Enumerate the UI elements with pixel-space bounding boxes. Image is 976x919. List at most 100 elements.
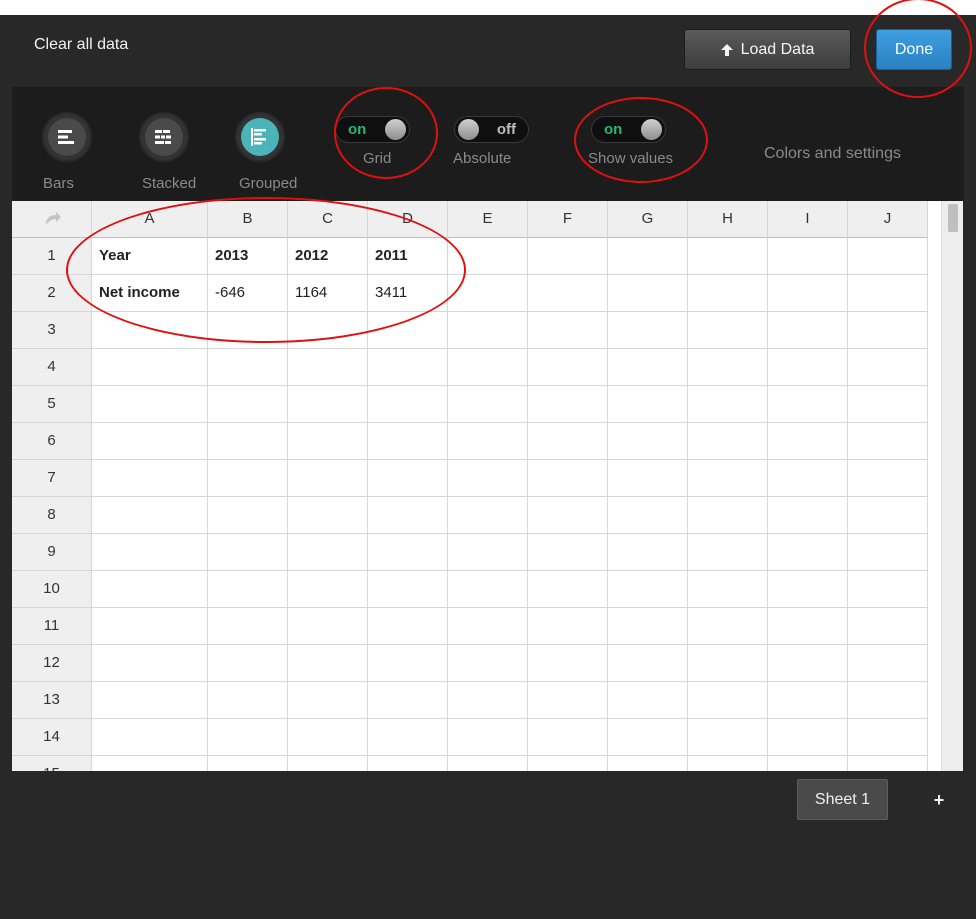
spreadsheet-cell[interactable] xyxy=(208,719,288,756)
spreadsheet-cell[interactable]: 2012 xyxy=(288,238,368,275)
spreadsheet-cell[interactable]: 1164 xyxy=(288,275,368,312)
column-header-f[interactable]: F xyxy=(528,201,608,238)
spreadsheet-cell[interactable] xyxy=(448,719,528,756)
scrollbar-thumb[interactable] xyxy=(948,204,958,232)
spreadsheet-cell[interactable] xyxy=(608,682,688,719)
spreadsheet-cell[interactable] xyxy=(768,719,848,756)
spreadsheet-cell[interactable] xyxy=(368,349,448,386)
spreadsheet-cell[interactable] xyxy=(368,460,448,497)
spreadsheet-cell[interactable] xyxy=(848,275,928,312)
column-header-c[interactable]: C xyxy=(288,201,368,238)
spreadsheet-cell[interactable] xyxy=(448,571,528,608)
spreadsheet-cell[interactable] xyxy=(208,756,288,771)
spreadsheet-cell[interactable] xyxy=(208,349,288,386)
spreadsheet-cell[interactable] xyxy=(848,682,928,719)
spreadsheet-cell[interactable] xyxy=(768,608,848,645)
spreadsheet-cell[interactable] xyxy=(288,312,368,349)
row-header[interactable]: 5 xyxy=(12,386,92,423)
absolute-toggle[interactable]: off xyxy=(454,116,529,143)
spreadsheet-cell[interactable]: 3411 xyxy=(368,275,448,312)
spreadsheet-cell[interactable] xyxy=(528,719,608,756)
spreadsheet-cell[interactable] xyxy=(688,534,768,571)
spreadsheet-cell[interactable] xyxy=(368,497,448,534)
column-header-h[interactable]: H xyxy=(688,201,768,238)
spreadsheet-cell[interactable] xyxy=(768,275,848,312)
spreadsheet-cell[interactable] xyxy=(688,682,768,719)
spreadsheet-cell[interactable] xyxy=(768,571,848,608)
spreadsheet-cell[interactable] xyxy=(208,423,288,460)
spreadsheet-cell[interactable] xyxy=(688,719,768,756)
spreadsheet-cell[interactable] xyxy=(848,534,928,571)
spreadsheet-cell[interactable] xyxy=(608,497,688,534)
spreadsheet-cell[interactable]: 2013 xyxy=(208,238,288,275)
row-header[interactable]: 13 xyxy=(12,682,92,719)
spreadsheet-cell[interactable] xyxy=(608,386,688,423)
row-header[interactable]: 2 xyxy=(12,275,92,312)
spreadsheet-cell[interactable] xyxy=(768,534,848,571)
spreadsheet-cell[interactable] xyxy=(288,608,368,645)
column-header-a[interactable]: A xyxy=(92,201,208,238)
spreadsheet-cell[interactable] xyxy=(768,645,848,682)
spreadsheet-cell[interactable] xyxy=(848,571,928,608)
spreadsheet-cell[interactable] xyxy=(448,312,528,349)
spreadsheet-cell[interactable] xyxy=(608,349,688,386)
show-values-toggle[interactable]: on xyxy=(591,116,666,143)
spreadsheet-cell[interactable] xyxy=(92,534,208,571)
spreadsheet-cell[interactable] xyxy=(368,571,448,608)
row-header[interactable]: 7 xyxy=(12,460,92,497)
spreadsheet-cell[interactable] xyxy=(448,275,528,312)
spreadsheet-cell[interactable] xyxy=(92,719,208,756)
stacked-chart-type-button[interactable] xyxy=(139,112,189,162)
spreadsheet-cell[interactable] xyxy=(448,460,528,497)
spreadsheet-cell[interactable] xyxy=(848,645,928,682)
sheet-tab-1[interactable]: Sheet 1 xyxy=(797,779,888,820)
spreadsheet-cell[interactable] xyxy=(288,534,368,571)
spreadsheet-cell[interactable] xyxy=(368,645,448,682)
spreadsheet-cell[interactable] xyxy=(768,349,848,386)
spreadsheet-cell[interactable] xyxy=(688,238,768,275)
spreadsheet-cell[interactable] xyxy=(608,238,688,275)
spreadsheet-cell[interactable] xyxy=(92,645,208,682)
spreadsheet-cell[interactable] xyxy=(288,682,368,719)
spreadsheet-cell[interactable] xyxy=(848,460,928,497)
grouped-chart-type-button[interactable] xyxy=(235,112,285,162)
spreadsheet-cell[interactable] xyxy=(848,719,928,756)
row-header[interactable]: 6 xyxy=(12,423,92,460)
spreadsheet-cell[interactable] xyxy=(768,497,848,534)
spreadsheet-cell[interactable] xyxy=(608,460,688,497)
done-button[interactable]: Done xyxy=(876,29,952,70)
spreadsheet-cell[interactable] xyxy=(688,312,768,349)
spreadsheet-cell[interactable] xyxy=(208,534,288,571)
spreadsheet-cell[interactable] xyxy=(768,460,848,497)
bars-chart-type-button[interactable] xyxy=(42,112,92,162)
row-header[interactable]: 15 xyxy=(12,756,92,771)
spreadsheet-cell[interactable]: Year xyxy=(92,238,208,275)
spreadsheet-cell[interactable]: 2011 xyxy=(368,238,448,275)
spreadsheet-cell[interactable]: Net income xyxy=(92,275,208,312)
spreadsheet-cell[interactable] xyxy=(92,497,208,534)
grid-toggle[interactable]: on xyxy=(335,116,410,143)
spreadsheet-cell[interactable] xyxy=(288,756,368,771)
spreadsheet-cell[interactable] xyxy=(448,386,528,423)
spreadsheet-cell[interactable] xyxy=(208,312,288,349)
spreadsheet-cell[interactable] xyxy=(448,645,528,682)
column-header-j[interactable]: J xyxy=(848,201,928,238)
spreadsheet-cell[interactable] xyxy=(288,571,368,608)
spreadsheet-cell[interactable] xyxy=(368,682,448,719)
spreadsheet-cell[interactable] xyxy=(848,423,928,460)
row-header[interactable]: 1 xyxy=(12,238,92,275)
spreadsheet-cell[interactable] xyxy=(368,386,448,423)
spreadsheet-cell[interactable] xyxy=(528,571,608,608)
spreadsheet-cell[interactable] xyxy=(528,756,608,771)
spreadsheet-cell[interactable] xyxy=(448,756,528,771)
spreadsheet-cell[interactable] xyxy=(688,756,768,771)
spreadsheet-cell[interactable] xyxy=(848,608,928,645)
spreadsheet-cell[interactable] xyxy=(92,460,208,497)
spreadsheet-cell[interactable] xyxy=(848,238,928,275)
spreadsheet-cell[interactable] xyxy=(92,349,208,386)
spreadsheet-cell[interactable] xyxy=(608,645,688,682)
column-header-e[interactable]: E xyxy=(448,201,528,238)
spreadsheet-cell[interactable] xyxy=(448,238,528,275)
spreadsheet-cell[interactable] xyxy=(608,423,688,460)
spreadsheet-cell[interactable] xyxy=(448,497,528,534)
